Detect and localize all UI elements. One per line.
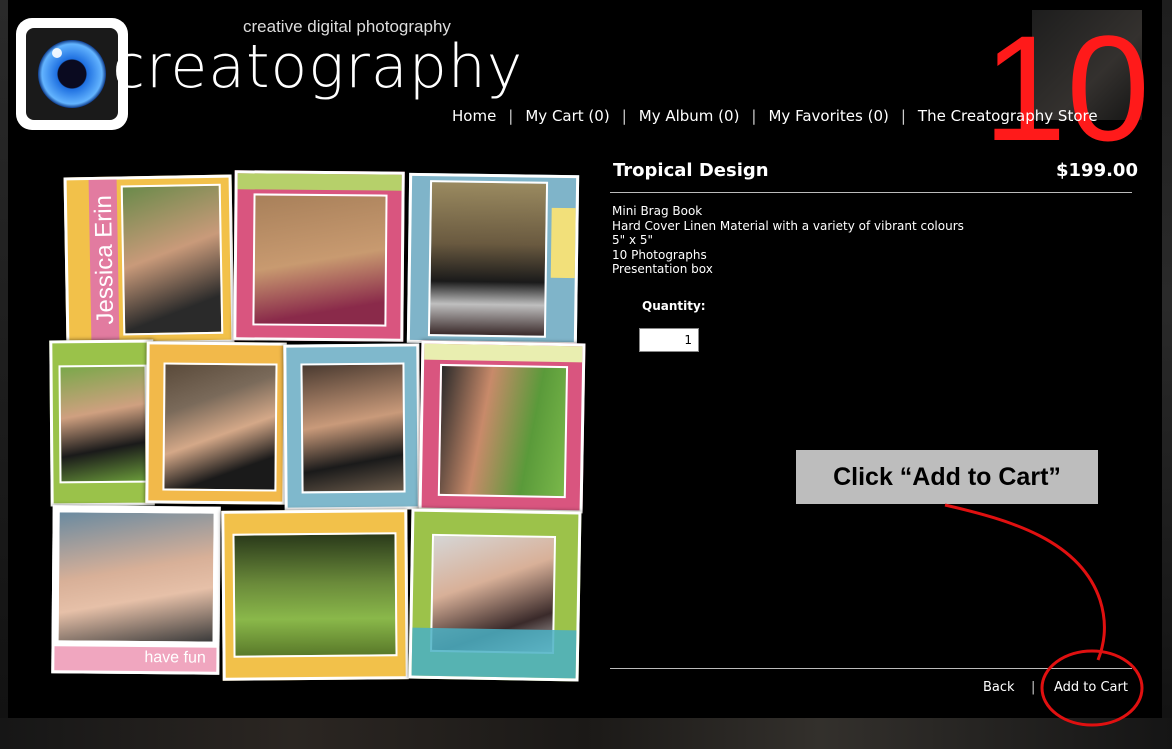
step-number: 10 [983,4,1150,172]
product-detail-line: Hard Cover Linen Material with a variety… [612,218,964,233]
collage-tile [233,170,405,342]
background-bottom-strip [0,718,1172,749]
collage-tile [221,509,409,681]
collage-photo [427,180,549,338]
nav-my-favorites[interactable]: My Favorites (0) [768,107,888,125]
collage-tile [145,341,287,505]
collage-photo [56,510,216,644]
collage-tile [418,340,586,514]
collage-tile: have fun [51,505,221,675]
nav-separator: | [900,107,906,125]
logo-inner [26,28,118,120]
add-to-cart-button[interactable]: Add to Cart [1054,680,1128,695]
eye-highlight [52,48,62,58]
nav-my-album[interactable]: My Album (0) [639,107,740,125]
collage-photo [252,193,388,327]
collage-photo [300,362,406,494]
nav-separator: | [751,107,757,125]
collage-fun-label: have fun [144,649,206,667]
collage-band [550,207,576,279]
nav-separator: | [621,107,627,125]
back-link[interactable]: Back [983,680,1015,695]
background-left-edge [0,0,8,749]
collage-photo [437,363,569,499]
collage-photo [162,362,278,492]
collage-photo [120,183,224,336]
collage-tile [283,343,421,511]
collage-tile [406,172,580,346]
product-detail-line: Mini Brag Book [612,204,703,218]
product-detail-line: 10 Photographs [612,247,707,262]
collage-photo [232,532,398,658]
top-navigation: Home | My Cart (0) | My Album (0) | My Favorit… [452,107,1098,125]
collage-tile [408,508,582,682]
product-title: Tropical Design [613,160,769,181]
eye-icon [38,40,106,108]
collage-name-label: Jessica Erin [89,194,120,325]
action-separator: | [1031,680,1036,695]
collage-band [411,627,577,679]
divider-bottom [610,668,1132,669]
product-price: $199.00 [1056,160,1138,181]
quantity-label: Quantity: [642,299,706,313]
product-detail-line: 5" x 5" [612,233,654,247]
collage-tile: Jessica Erin [63,174,235,346]
background-right-edge [1162,0,1172,749]
product-details: Mini Brag Book Hard Cover Linen Material… [612,204,964,277]
divider-top [610,192,1132,193]
brand-name[interactable]: creatography [112,32,523,102]
instruction-callout: Click “Add to Cart” [796,450,1098,504]
quantity-input[interactable] [639,328,699,352]
nav-separator: | [508,107,514,125]
collage-band [237,173,402,191]
nav-my-cart[interactable]: My Cart (0) [525,107,609,125]
collage-photo [58,364,148,484]
product-detail-line: Presentation box [612,262,713,276]
nav-store[interactable]: The Creatography Store [918,107,1098,125]
collage-band [424,343,583,363]
collage-tile [49,339,155,507]
product-collage-image: Jessica Erin have fun [48,166,588,686]
nav-home[interactable]: Home [452,107,496,125]
